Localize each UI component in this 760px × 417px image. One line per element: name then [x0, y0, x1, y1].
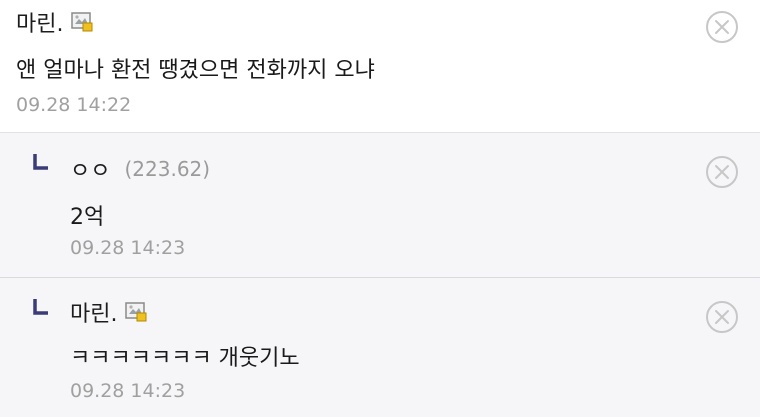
- delete-circle-x-icon[interactable]: [705, 300, 739, 334]
- reply-author[interactable]: 마린.: [70, 296, 117, 328]
- member-badge-icon: [125, 302, 147, 322]
- reply-time: 09.28 14:23: [70, 237, 186, 259]
- comment-author[interactable]: 마린.: [16, 6, 63, 38]
- reply-author-row: 마린.: [70, 296, 147, 328]
- reply-item: 마린. ㅋㅋㅋㅋㅋㅋㅋ 개웃기노 09.28 14:23: [0, 278, 760, 417]
- comment-author-row: 마린.: [16, 6, 93, 38]
- reply-ip: (223.62): [124, 157, 211, 181]
- delete-circle-x-icon[interactable]: [705, 155, 739, 189]
- reply-author-row: ㅇㅇ (223.62): [70, 153, 210, 185]
- reply-time: 09.28 14:23: [70, 380, 186, 402]
- member-badge-icon: [71, 12, 93, 32]
- reply-content: ㅋㅋㅋㅋㅋㅋㅋ 개웃기노: [70, 346, 300, 371]
- comment-time: 09.28 14:22: [16, 94, 132, 116]
- comment-item: 마린. 앤 얼마나 환전 땡겼으면 전화까지 오냐 09.28 14:22: [0, 0, 760, 133]
- reply-arrow-icon: [33, 298, 49, 316]
- comment-content: 앤 얼마나 환전 땡겼으면 전화까지 오냐: [16, 58, 375, 83]
- reply-arrow-icon: [33, 153, 49, 171]
- reply-item: ㅇㅇ (223.62) 2억 09.28 14:23: [0, 133, 760, 278]
- reply-author[interactable]: ㅇㅇ: [70, 153, 110, 185]
- delete-circle-x-icon[interactable]: [705, 10, 739, 44]
- reply-content: 2억: [70, 205, 105, 230]
